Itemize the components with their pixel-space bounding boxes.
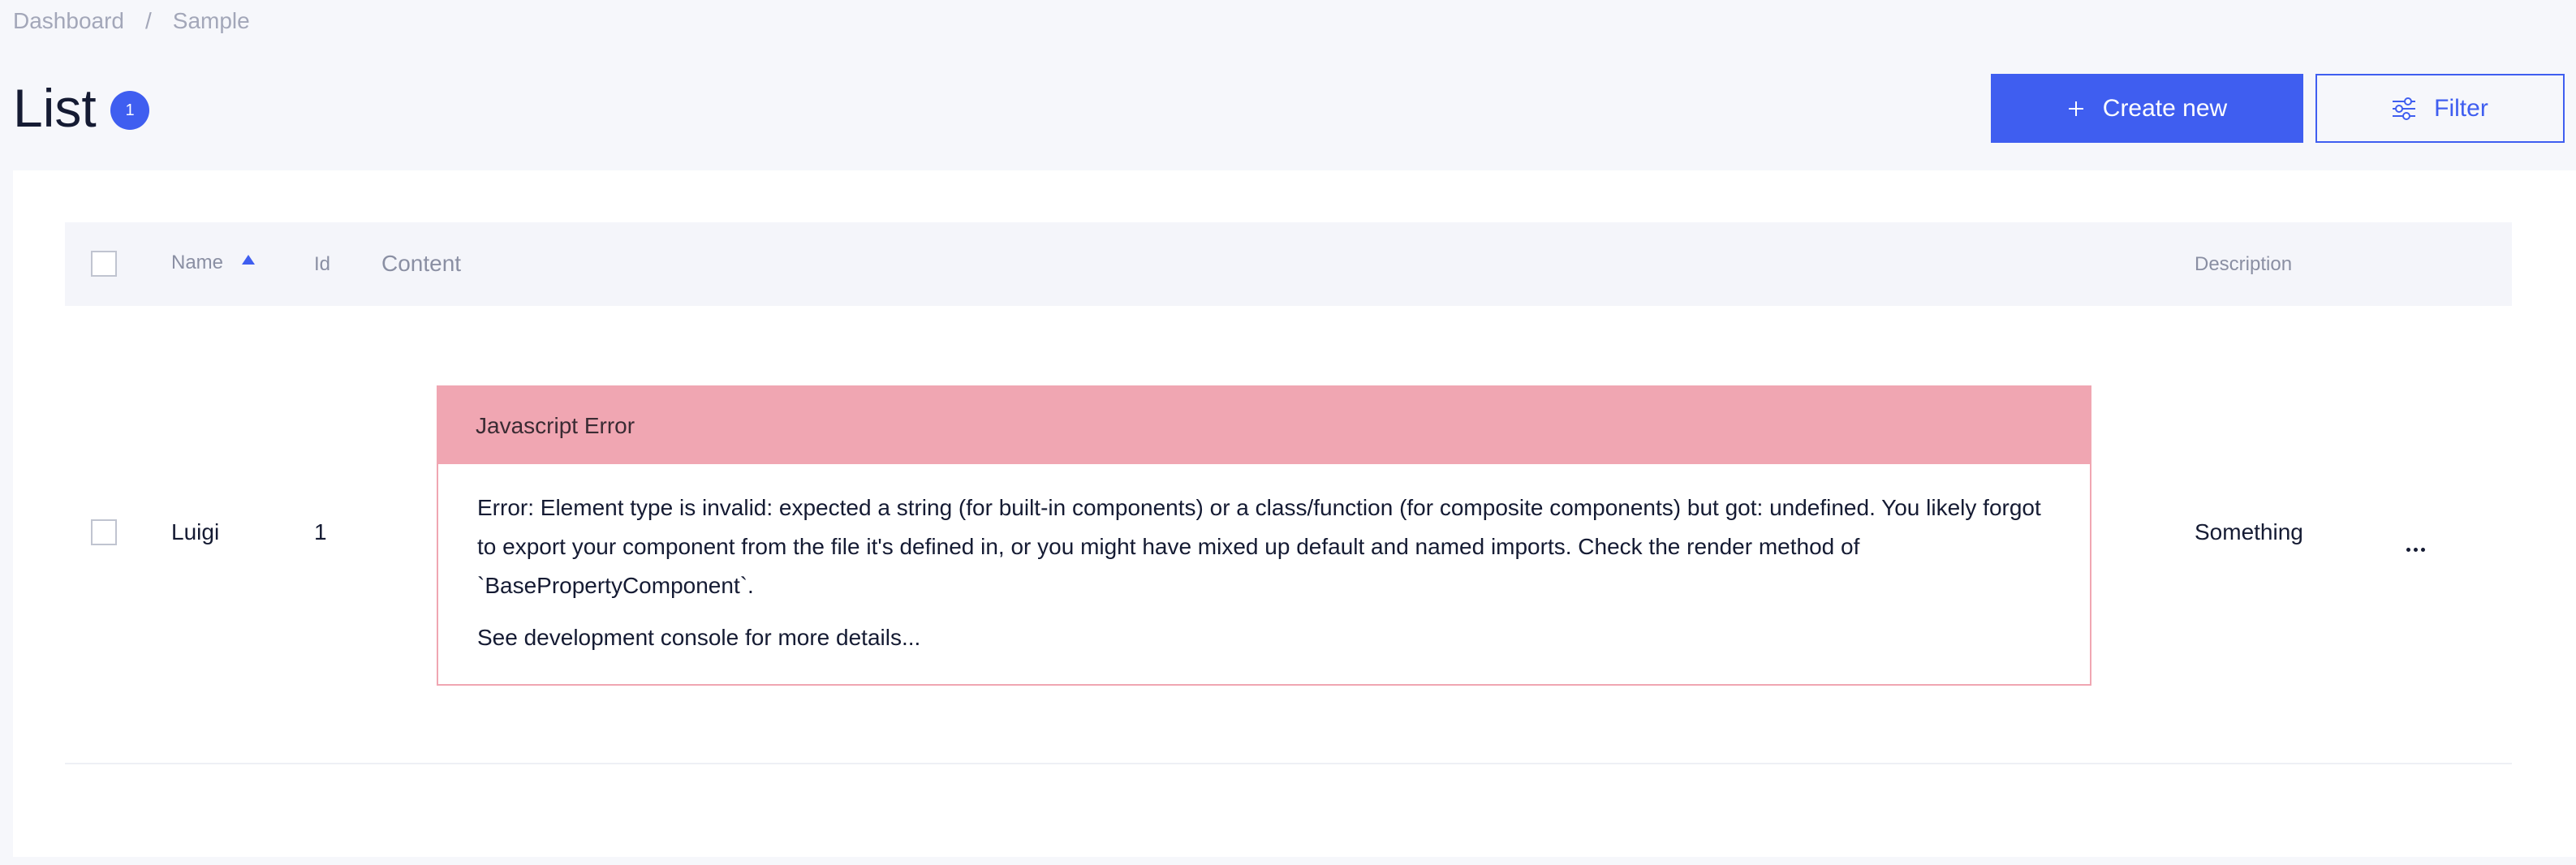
column-header-description[interactable]: Description: [2195, 253, 2292, 276]
sort-ascending-icon[interactable]: [242, 255, 255, 265]
column-header-content[interactable]: Content: [381, 251, 461, 277]
breadcrumb-current-sample[interactable]: Sample: [173, 8, 250, 34]
table-row[interactable]: Luigi 1 Javascript Error Error: Element …: [65, 306, 2512, 764]
create-new-button[interactable]: Create new: [1991, 74, 2303, 143]
count-badge: 1: [110, 91, 149, 130]
more-horizontal-icon[interactable]: [2406, 548, 2425, 552]
filter-label: Filter: [2434, 94, 2488, 122]
cell-description: Something: [2195, 519, 2303, 544]
cell-name: Luigi: [171, 519, 220, 544]
breadcrumb: Dashboard / Sample: [13, 8, 250, 34]
cell-id: 1: [314, 519, 327, 544]
select-all-checkbox[interactable]: [91, 251, 117, 277]
sliders-icon: [2392, 97, 2416, 120]
table-header: Name Id Content Description: [65, 222, 2512, 306]
row-checkbox[interactable]: [91, 519, 117, 545]
filter-button[interactable]: Filter: [2315, 74, 2565, 143]
error-message: Error: Element type is invalid: expected…: [477, 495, 2041, 598]
page-title: List: [13, 78, 97, 138]
breadcrumb-link-dashboard[interactable]: Dashboard: [13, 8, 124, 34]
column-header-id[interactable]: Id: [314, 253, 330, 276]
create-new-label: Create new: [2102, 94, 2228, 122]
breadcrumb-separator: /: [144, 8, 152, 33]
error-hint: See development console for more details…: [477, 625, 921, 650]
error-body: Error: Element type is invalid: expected…: [438, 464, 2090, 657]
list-panel: Name Id Content Description Luigi 1 Java…: [13, 170, 2576, 857]
column-header-name[interactable]: Name: [171, 252, 223, 274]
plus-icon: [2067, 100, 2085, 118]
error-title: Javascript Error: [438, 387, 2090, 464]
error-box: Javascript Error Error: Element type is …: [437, 385, 2091, 686]
